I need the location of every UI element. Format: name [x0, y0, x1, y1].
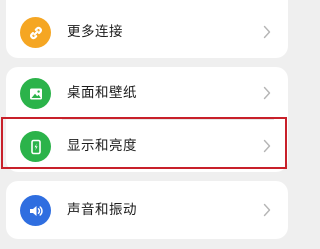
- settings-card-sound: 声音和振动: [6, 181, 288, 239]
- settings-item-more-connections[interactable]: 更多连接: [6, 6, 288, 58]
- wallpaper-icon: [20, 78, 51, 109]
- settings-item-display-brightness[interactable]: 显示和亮度: [6, 120, 288, 172]
- chevron-right-icon: [263, 139, 271, 153]
- settings-item-label: 更多连接: [67, 24, 123, 40]
- settings-item-home-wallpaper[interactable]: 桌面和壁纸: [6, 67, 288, 120]
- settings-item-sound-vibration[interactable]: 声音和振动: [6, 184, 288, 236]
- settings-item-label: 显示和亮度: [67, 138, 137, 154]
- chevron-right-icon: [263, 86, 271, 100]
- link-icon: [20, 17, 51, 48]
- speaker-icon: [20, 195, 51, 226]
- settings-card-display: 桌面和壁纸 显示和亮度: [6, 67, 288, 172]
- settings-item-label: 桌面和壁纸: [67, 85, 137, 101]
- settings-card-connections: 更多连接: [6, 0, 288, 58]
- phone-brightness-icon: [20, 131, 51, 162]
- chevron-right-icon: [263, 25, 271, 39]
- chevron-right-icon: [263, 203, 271, 217]
- settings-item-label: 声音和振动: [67, 202, 137, 218]
